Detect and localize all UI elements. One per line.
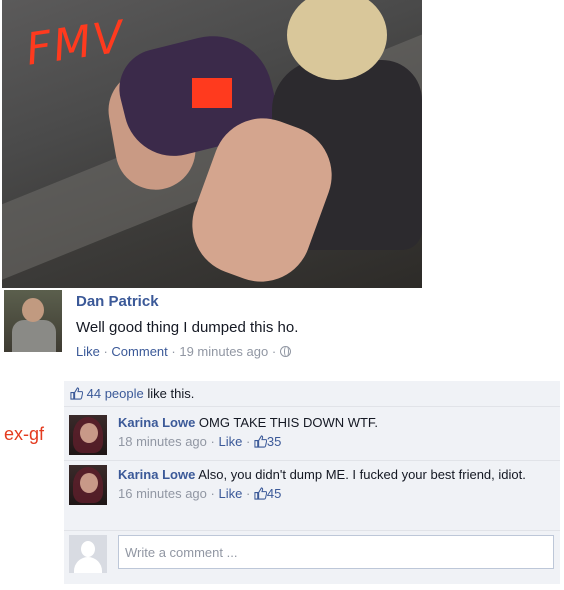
post-text: Well good thing I dumped this ho. bbox=[76, 319, 299, 336]
post-photo[interactable]: FMV bbox=[2, 0, 422, 288]
avatar-face bbox=[80, 423, 98, 443]
meta-separator: · bbox=[206, 486, 219, 501]
ex-gf-annotation: ex-gf bbox=[4, 424, 45, 444]
likes-tail-text: like this. bbox=[143, 386, 195, 401]
meta-separator: · bbox=[268, 344, 280, 359]
comment-meta: 18 minutes ago · Like · 35 bbox=[118, 433, 550, 450]
post-author-name[interactable]: Dan Patrick bbox=[76, 293, 159, 310]
like-link[interactable]: Like bbox=[76, 344, 100, 359]
comments-section: 44 people like this. Karina Lowe OMG TAK… bbox=[64, 381, 560, 584]
post-meta: Like · Comment · 19 minutes ago · bbox=[76, 344, 291, 359]
comment-author[interactable]: Karina Lowe bbox=[118, 415, 195, 430]
likes-summary: 44 people like this. bbox=[64, 381, 560, 407]
meta-separator: · bbox=[206, 434, 219, 449]
thumbs-up-icon bbox=[254, 487, 267, 500]
comment-like-link[interactable]: Like bbox=[218, 486, 242, 501]
meta-separator: · bbox=[242, 486, 254, 501]
thumbs-up-icon bbox=[70, 387, 83, 400]
photo-overlay-text: FMV bbox=[22, 11, 129, 76]
avatar-shirt bbox=[12, 320, 56, 352]
meta-separator: · bbox=[167, 344, 180, 359]
comment-link[interactable]: Comment bbox=[111, 344, 167, 359]
comment-like-link[interactable]: Like bbox=[218, 434, 242, 449]
commenter-avatar[interactable] bbox=[69, 465, 107, 505]
thumbs-up-icon bbox=[254, 435, 267, 448]
globe-icon[interactable] bbox=[279, 346, 291, 357]
comment-item: Karina Lowe Also, you didn't dump ME. I … bbox=[64, 461, 560, 531]
comment-body: Karina Lowe Also, you didn't dump ME. I … bbox=[118, 466, 550, 502]
comment-timestamp[interactable]: 16 minutes ago bbox=[118, 486, 207, 501]
viewer-avatar-placeholder bbox=[69, 535, 107, 573]
comment-timestamp[interactable]: 18 minutes ago bbox=[118, 434, 207, 449]
post-timestamp[interactable]: 19 minutes ago bbox=[179, 344, 268, 359]
comment-text: OMG TAKE THIS DOWN WTF. bbox=[198, 415, 379, 430]
comment-item: Karina Lowe OMG TAKE THIS DOWN WTF. 18 m… bbox=[64, 408, 560, 461]
commenter-avatar[interactable] bbox=[69, 415, 107, 455]
avatar-head bbox=[22, 298, 44, 322]
avatar-face bbox=[80, 473, 98, 493]
comment-like-count[interactable]: 35 bbox=[267, 434, 281, 449]
comment-input[interactable] bbox=[118, 535, 554, 569]
comment-like-count[interactable]: 45 bbox=[267, 486, 281, 501]
meta-separator: · bbox=[99, 344, 112, 359]
likes-count-link[interactable]: 44 people bbox=[87, 386, 144, 401]
comment-author[interactable]: Karina Lowe bbox=[118, 467, 195, 482]
meta-separator: · bbox=[242, 434, 254, 449]
placeholder-head bbox=[81, 541, 95, 557]
comment-text: Also, you didn't dump ME. I fucked your … bbox=[198, 467, 526, 482]
placeholder-body bbox=[74, 557, 102, 573]
reply-row bbox=[64, 531, 560, 577]
author-avatar[interactable] bbox=[4, 290, 62, 352]
comment-meta: 16 minutes ago · Like · 45 bbox=[118, 485, 550, 502]
comment-body: Karina Lowe OMG TAKE THIS DOWN WTF. 18 m… bbox=[118, 414, 550, 450]
censor-box bbox=[192, 78, 232, 108]
